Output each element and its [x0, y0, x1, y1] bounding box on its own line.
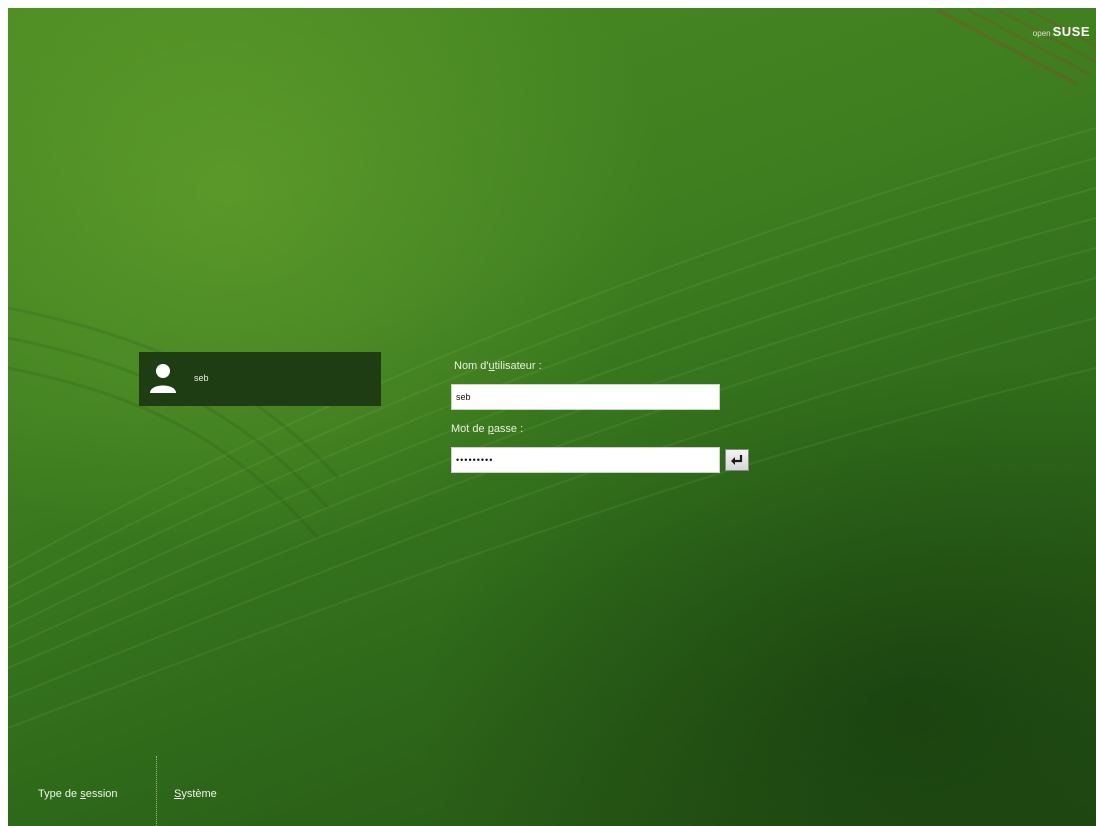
- bottom-menu-divider: [156, 756, 157, 826]
- bottom-menu-bar: Type de session Système: [8, 756, 408, 826]
- login-submit-button[interactable]: [725, 449, 749, 471]
- password-label: Mot de passe :: [451, 423, 524, 435]
- enter-arrow-icon: [731, 455, 743, 465]
- username-input[interactable]: [451, 384, 720, 410]
- user-list-item-name: seb: [194, 373, 209, 383]
- session-type-menu[interactable]: Type de session: [38, 788, 118, 800]
- user-avatar-icon: [150, 364, 176, 393]
- user-list-item[interactable]: seb: [139, 352, 381, 406]
- opensuse-logo: open SUSE: [1033, 24, 1090, 39]
- background-swoosh: [8, 8, 1096, 729]
- logo-name: SUSE: [1052, 24, 1090, 39]
- login-screen: open SUSE seb Nom d'utilisateur : Mot de…: [8, 8, 1096, 826]
- username-label: Nom d'utilisateur :: [454, 360, 542, 372]
- password-input[interactable]: [451, 447, 720, 473]
- logo-prefix: open: [1032, 29, 1051, 38]
- system-menu[interactable]: Système: [174, 788, 217, 800]
